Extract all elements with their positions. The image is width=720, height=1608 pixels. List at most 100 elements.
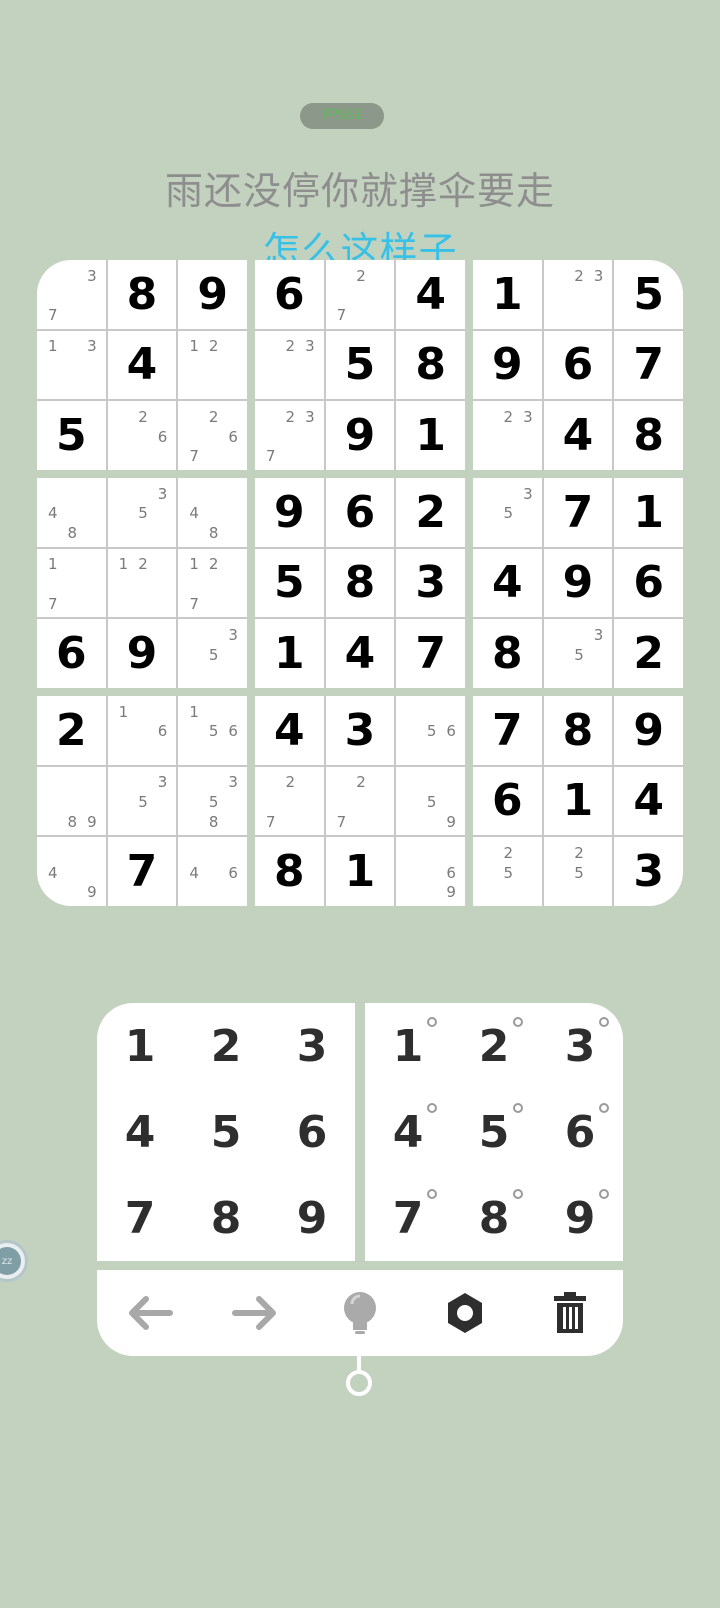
sudoku-cell[interactable]: 9 xyxy=(178,260,247,329)
sudoku-cell[interactable]: 6 xyxy=(325,478,395,547)
sudoku-cell[interactable]: 56 xyxy=(396,696,465,765)
sudoku-cell[interactable]: 3 xyxy=(396,548,465,618)
sudoku-cell[interactable]: 35 xyxy=(107,478,177,547)
sudoku-cell[interactable]: 17 xyxy=(37,548,106,618)
sudoku-cell[interactable]: 25 xyxy=(543,837,613,906)
sudoku-cell[interactable]: 5 xyxy=(255,548,324,618)
sudoku-cell[interactable]: 4 xyxy=(614,766,683,836)
sudoku-cell[interactable]: 46 xyxy=(178,837,247,906)
sudoku-cell[interactable]: 1 xyxy=(325,837,395,906)
sudoku-cell[interactable]: 27 xyxy=(255,766,324,836)
sudoku-cell[interactable]: 8 xyxy=(614,401,683,470)
sudoku-cell[interactable]: 6 xyxy=(255,260,324,329)
undo-button[interactable] xyxy=(120,1283,180,1343)
sudoku-cell[interactable]: 26 7 xyxy=(178,401,247,470)
sudoku-cell[interactable]: 27 xyxy=(325,766,395,836)
sudoku-cell[interactable]: 89 xyxy=(37,766,106,836)
sudoku-cell[interactable]: 9 xyxy=(107,619,177,688)
digit-key[interactable]: 8 xyxy=(183,1175,269,1261)
sudoku-cell[interactable]: 9 xyxy=(473,330,542,400)
digit-key[interactable]: 2 xyxy=(183,1003,269,1089)
sudoku-cell[interactable]: 8 xyxy=(325,548,395,618)
sudoku-cell[interactable]: 6 xyxy=(473,766,542,836)
digit-key[interactable]: 3 xyxy=(269,1003,355,1089)
sudoku-cell[interactable]: 26 xyxy=(107,401,177,470)
sudoku-cell[interactable]: 9 xyxy=(325,401,395,470)
sudoku-cell[interactable]: 8 xyxy=(255,837,324,906)
redo-button[interactable] xyxy=(225,1283,285,1343)
sudoku-cell[interactable]: 59 xyxy=(396,766,465,836)
settings-button[interactable] xyxy=(435,1283,495,1343)
note-key[interactable]: 6 xyxy=(537,1089,623,1175)
sudoku-cell[interactable]: 2 xyxy=(37,696,106,765)
sudoku-cell[interactable]: 6 xyxy=(37,619,106,688)
sudoku-cell[interactable]: 7 xyxy=(614,330,683,400)
digit-key[interactable]: 5 xyxy=(183,1089,269,1175)
sudoku-cell[interactable]: 48 xyxy=(37,478,106,547)
floating-bubble[interactable]: zz xyxy=(0,1240,28,1282)
sudoku-cell[interactable]: 35 xyxy=(178,619,247,688)
sudoku-cell[interactable]: 5 xyxy=(614,260,683,329)
sudoku-cell[interactable]: 27 xyxy=(325,260,395,329)
sudoku-cell[interactable]: 4 xyxy=(325,619,395,688)
sudoku-cell[interactable]: 8 xyxy=(396,330,465,400)
sudoku-cell[interactable]: 9 xyxy=(255,478,324,547)
sudoku-cell[interactable]: 6 xyxy=(614,548,683,618)
delete-button[interactable] xyxy=(540,1283,600,1343)
digit-key[interactable]: 7 xyxy=(97,1175,183,1261)
sudoku-cell[interactable]: 9 xyxy=(614,696,683,765)
sudoku-cell[interactable]: 35 xyxy=(107,766,177,836)
sudoku-cell[interactable]: 23 7 xyxy=(255,401,324,470)
sudoku-cell[interactable]: 1 xyxy=(614,478,683,547)
sudoku-cell[interactable]: 37 xyxy=(37,260,106,329)
sudoku-cell[interactable]: 23 xyxy=(473,401,542,470)
sudoku-cell[interactable]: 7 xyxy=(543,478,613,547)
sudoku-cell[interactable]: 12 xyxy=(178,330,247,400)
sudoku-cell[interactable]: 2 xyxy=(614,619,683,688)
sudoku-cell[interactable]: 16 xyxy=(107,696,177,765)
sudoku-cell[interactable]: 358 xyxy=(178,766,247,836)
sudoku-cell[interactable]: 5 xyxy=(325,330,395,400)
sudoku-cell[interactable]: 1 xyxy=(255,619,324,688)
sudoku-cell[interactable]: 3 xyxy=(325,696,395,765)
drag-handle[interactable] xyxy=(346,1370,372,1396)
sudoku-cell[interactable]: 69 xyxy=(396,837,465,906)
sudoku-cell[interactable]: 8 xyxy=(473,619,542,688)
sudoku-cell[interactable]: 8 xyxy=(107,260,177,329)
sudoku-cell[interactable]: 4 xyxy=(473,548,542,618)
sudoku-cell[interactable]: 12 7 xyxy=(178,548,247,618)
note-key[interactable]: 5 xyxy=(451,1089,537,1175)
sudoku-cell[interactable]: 25 xyxy=(473,837,542,906)
sudoku-cell[interactable]: 1 xyxy=(473,260,542,329)
sudoku-cell[interactable]: 5 xyxy=(37,401,106,470)
sudoku-cell[interactable]: 23 xyxy=(255,330,324,400)
sudoku-cell[interactable]: 8 xyxy=(543,696,613,765)
sudoku-cell[interactable]: 48 xyxy=(178,478,247,547)
sudoku-cell[interactable]: 49 xyxy=(37,837,106,906)
note-key[interactable]: 4 xyxy=(365,1089,451,1175)
sudoku-cell[interactable]: 7 xyxy=(473,696,542,765)
sudoku-cell[interactable]: 9 xyxy=(543,548,613,618)
sudoku-cell[interactable]: 4 xyxy=(255,696,324,765)
sudoku-cell[interactable]: 35 xyxy=(543,619,613,688)
sudoku-cell[interactable]: 4 xyxy=(107,330,177,400)
digit-key[interactable]: 6 xyxy=(269,1089,355,1175)
note-key[interactable]: 2 xyxy=(451,1003,537,1089)
sudoku-cell[interactable]: 3 xyxy=(614,837,683,906)
note-key[interactable]: 3 xyxy=(537,1003,623,1089)
sudoku-cell[interactable]: 35 xyxy=(473,478,542,547)
hint-button[interactable] xyxy=(330,1283,390,1343)
sudoku-cell[interactable]: 13 xyxy=(37,330,106,400)
note-key[interactable]: 8 xyxy=(451,1175,537,1261)
sudoku-cell[interactable]: 6 xyxy=(543,330,613,400)
note-key[interactable]: 1 xyxy=(365,1003,451,1089)
sudoku-cell[interactable]: 156 xyxy=(178,696,247,765)
digit-key[interactable]: 1 xyxy=(97,1003,183,1089)
sudoku-cell[interactable]: 7 xyxy=(107,837,177,906)
sudoku-cell[interactable]: 1 xyxy=(396,401,465,470)
note-key[interactable]: 7 xyxy=(365,1175,451,1261)
sudoku-cell[interactable]: 23 xyxy=(543,260,613,329)
note-key[interactable]: 9 xyxy=(537,1175,623,1261)
sudoku-cell[interactable]: 7 xyxy=(396,619,465,688)
sudoku-cell[interactable]: 4 xyxy=(396,260,465,329)
